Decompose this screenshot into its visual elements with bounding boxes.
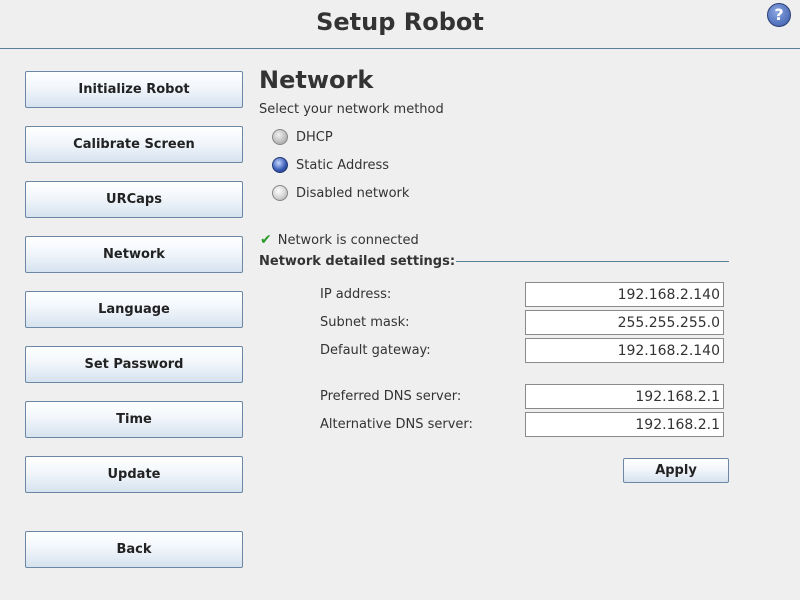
radio-unselected-icon[interactable] — [272, 129, 288, 145]
help-icon[interactable]: ? — [767, 3, 791, 27]
static-address-option[interactable]: Static Address — [272, 155, 389, 175]
method-prompt: Select your network method — [259, 102, 444, 117]
status-text: Network is connected — [277, 232, 419, 248]
alternative-dns-label: Alternative DNS server: — [320, 417, 473, 432]
details-heading: Network detailed settings: — [259, 254, 456, 269]
network-heading: Network — [259, 66, 374, 94]
ip-address-label: IP address: — [320, 287, 392, 302]
calibrate-screen-button[interactable]: Calibrate Screen — [25, 126, 243, 163]
preferred-dns-input[interactable] — [525, 384, 724, 409]
preferred-dns-label: Preferred DNS server: — [320, 389, 462, 404]
set-password-button[interactable]: Set Password — [25, 346, 243, 383]
alternative-dns-input[interactable] — [525, 412, 724, 437]
time-button[interactable]: Time — [25, 401, 243, 438]
update-button[interactable]: Update — [25, 456, 243, 493]
default-gateway-label: Default gateway: — [320, 343, 431, 358]
network-button[interactable]: Network — [25, 236, 243, 273]
static-address-label: Static Address — [296, 157, 390, 173]
header-bar: Setup Robot ? — [0, 0, 800, 49]
radio-selected-icon[interactable] — [272, 157, 288, 173]
back-button[interactable]: Back — [25, 531, 243, 568]
disabled-network-label: Disabled network — [296, 185, 410, 201]
default-gateway-input[interactable] — [525, 338, 724, 363]
page-title: Setup Robot — [316, 8, 484, 36]
apply-button[interactable]: Apply — [623, 458, 729, 483]
section-divider — [456, 261, 729, 262]
ip-address-input[interactable] — [525, 282, 724, 307]
subnet-mask-input[interactable] — [525, 310, 724, 335]
dhcp-option[interactable]: DHCP — [272, 127, 333, 147]
disabled-network-option[interactable]: Disabled network — [272, 183, 409, 203]
checkmark-icon: ✔ — [260, 232, 272, 248]
radio-unselected-icon[interactable] — [272, 185, 288, 201]
connection-status: ✔ Network is connected — [260, 231, 419, 249]
subnet-mask-label: Subnet mask: — [320, 315, 410, 330]
language-button[interactable]: Language — [25, 291, 243, 328]
urcaps-button[interactable]: URCaps — [25, 181, 243, 218]
initialize-robot-button[interactable]: Initialize Robot — [25, 71, 243, 108]
dhcp-label: DHCP — [296, 129, 333, 145]
